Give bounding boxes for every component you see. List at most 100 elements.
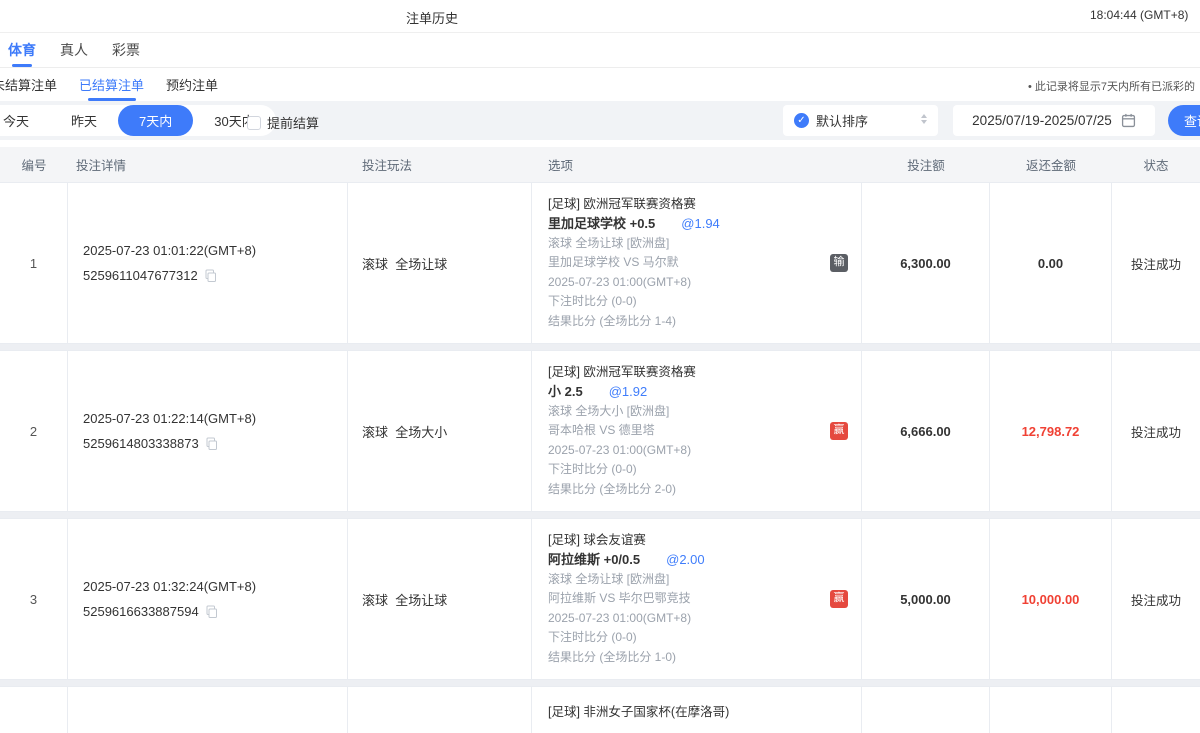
active-tab-underline <box>12 64 32 67</box>
payout-amount: 0.00 <box>990 183 1112 343</box>
stake-amount <box>862 687 990 733</box>
tab-lottery-label: 彩票 <box>112 40 140 60</box>
bet-detail-cell <box>68 687 348 733</box>
pick-line: 小 2.5 @1.92 <box>548 382 861 402</box>
calendar-icon <box>1121 113 1136 128</box>
sort-select[interactable]: ✓ 默认排序 <box>783 105 938 136</box>
table-row: 2 2025-07-23 01:22:14(GMT+8) 52596148033… <box>0 350 1200 512</box>
subtab-unsettled[interactable]: 未结算注单 <box>0 68 59 101</box>
score-at-bet: 下注时比分 (0-0) <box>548 460 861 480</box>
sorter-caret-icon <box>921 114 927 124</box>
result-score: 结果比分 (全场比分 2-0) <box>548 480 861 500</box>
table-header: 编号 投注详情 投注玩法 选项 投注额 返还金额 状态 <box>0 147 1200 182</box>
bet-id: 5259611047677312 <box>83 268 198 283</box>
page-title: 注单历史 <box>406 8 458 27</box>
tab-lottery[interactable]: 彩票 <box>112 33 140 67</box>
date-range-picker[interactable]: 2025/07/19-2025/07/25 <box>953 105 1155 136</box>
quick-date-group: 今天 昨天 7天内 30天内 <box>0 105 276 136</box>
bet-time: 2025-07-23 01:32:24(GMT+8) <box>83 579 347 594</box>
score-at-bet: 下注时比分 (0-0) <box>548 292 861 312</box>
quick-today[interactable]: 今天 <box>0 105 50 136</box>
option-cell: [足球] 球会友谊赛 阿拉维斯 +0/0.5@2.00 滚球 全场让球 [欧洲盘… <box>532 519 862 679</box>
subtab-reserved-label: 预约注单 <box>166 75 218 94</box>
bet-detail-cell: 2025-07-23 01:22:14(GMT+8) 5259614803338… <box>68 351 348 511</box>
stake-amount: 6,666.00 <box>862 351 990 511</box>
payout-amount <box>990 687 1112 733</box>
odds-value: @1.92 <box>609 384 648 399</box>
table-body: 1 2025-07-23 01:01:22(GMT+8) 52596110476… <box>0 182 1200 733</box>
tab-live[interactable]: 真人 <box>60 33 88 67</box>
tab-sports[interactable]: 体育 <box>8 33 36 67</box>
bet-id: 5259616633887594 <box>83 604 199 619</box>
play-type <box>348 687 532 733</box>
option-cell: [足球] 欧洲冠军联赛资格赛 小 2.5@1.92 滚球 全场大小 [欧洲盘] … <box>532 351 862 511</box>
quick-yesterday[interactable]: 昨天 <box>50 105 118 136</box>
stake-amount: 6,300.00 <box>862 183 990 343</box>
subtab-reserved[interactable]: 预约注单 <box>164 68 220 101</box>
table-row: 3 2025-07-23 01:32:24(GMT+8) 52596166338… <box>0 518 1200 680</box>
search-button[interactable]: 查询 <box>1168 105 1200 136</box>
play-type: 滚球 全场大小 <box>348 351 532 511</box>
payout-amount: 12,798.72 <box>990 351 1112 511</box>
row-number: 3 <box>0 519 68 679</box>
copy-icon[interactable] <box>205 605 218 619</box>
match-teams: 里加足球学校 VS 马尔默 <box>548 253 861 273</box>
bet-time: 2025-07-23 01:01:22(GMT+8) <box>83 243 347 258</box>
sub-tabs: 未结算注单 已结算注单 预约注单 • 此记录将显示7天内所有已派彩的 <box>0 68 1200 101</box>
bet-id: 5259614803338873 <box>83 436 199 451</box>
early-settle-checkbox[interactable] <box>247 116 261 130</box>
market-info: 滚球 全场让球 [欧洲盘] <box>548 570 861 590</box>
play-type: 滚球 全场让球 <box>348 183 532 343</box>
subtab-settled[interactable]: 已结算注单 <box>77 68 146 101</box>
match-time: 2025-07-23 01:00(GMT+8) <box>548 441 861 461</box>
tab-live-label: 真人 <box>60 40 88 60</box>
result-badge: 赢 <box>830 590 848 608</box>
subtab-settled-label: 已结算注单 <box>79 75 144 94</box>
match-teams: 哥本哈根 VS 德里塔 <box>548 421 861 441</box>
market-info: 滚球 全场让球 [欧洲盘] <box>548 234 861 254</box>
result-badge: 输 <box>830 254 848 272</box>
record-hint: • 此记录将显示7天内所有已派彩的 <box>1028 78 1195 94</box>
odds-value: @1.94 <box>681 216 720 231</box>
sort-check-icon: ✓ <box>794 113 809 128</box>
bet-status: 投注成功 <box>1112 183 1200 343</box>
score-at-bet: 下注时比分 (0-0) <box>548 628 861 648</box>
caret-down-icon <box>921 120 927 124</box>
pick-text: 里加足球学校 +0.5 <box>548 216 655 231</box>
pick-text: 阿拉维斯 +0/0.5 <box>548 552 640 567</box>
result-badge: 赢 <box>830 422 848 440</box>
pick-line: 里加足球学校 +0.5 @1.94 <box>548 214 861 234</box>
payout-amount: 10,000.00 <box>990 519 1112 679</box>
filter-bar: 今天 昨天 7天内 30天内 提前结算 ✓ 默认排序 2025/07/19-20… <box>0 101 1200 140</box>
row-number: 2 <box>0 351 68 511</box>
copy-icon[interactable] <box>204 269 217 283</box>
col-header-payout: 返还金额 <box>990 155 1112 174</box>
table-row: [足球] 非洲女子国家杯(在摩洛哥) <box>0 686 1200 733</box>
sort-label: 默认排序 <box>816 111 868 130</box>
match-teams: 阿拉维斯 VS 毕尔巴鄂竞技 <box>548 589 861 609</box>
league-name: [足球] 欧洲冠军联赛资格赛 <box>548 195 861 215</box>
match-time: 2025-07-23 01:00(GMT+8) <box>548 273 861 293</box>
copy-icon[interactable] <box>205 437 218 451</box>
match-time: 2025-07-23 01:00(GMT+8) <box>548 609 861 629</box>
early-settle-checkbox-group[interactable]: 提前结算 <box>247 113 319 132</box>
option-cell: [足球] 欧洲冠军联赛资格赛 里加足球学校 +0.5 @1.94 滚球 全场让球 … <box>532 183 862 343</box>
early-settle-label: 提前结算 <box>267 113 319 132</box>
odds-value: @2.00 <box>666 552 705 567</box>
main-tabs: 体育 真人 彩票 <box>0 33 1200 68</box>
row-number <box>0 687 68 733</box>
play-type: 滚球 全场让球 <box>348 519 532 679</box>
league-name: [足球] 非洲女子国家杯(在摩洛哥) <box>548 703 861 723</box>
pick-line: 阿拉维斯 +0/0.5 @2.00 <box>548 550 861 570</box>
bet-detail-cell: 2025-07-23 01:01:22(GMT+8) 5259611047677… <box>68 183 348 343</box>
col-header-detail: 投注详情 <box>68 155 348 174</box>
table-row: 1 2025-07-23 01:01:22(GMT+8) 52596110476… <box>0 182 1200 344</box>
pick-text: 小 2.5 <box>548 384 583 399</box>
tab-sports-label: 体育 <box>8 40 36 60</box>
spacer-strip <box>0 140 1200 147</box>
bet-status: 投注成功 <box>1112 351 1200 511</box>
row-number: 1 <box>0 183 68 343</box>
server-time: 18:04:44 (GMT+8) <box>1090 8 1188 22</box>
quick-7days[interactable]: 7天内 <box>118 105 193 136</box>
bet-status: 投注成功 <box>1112 519 1200 679</box>
